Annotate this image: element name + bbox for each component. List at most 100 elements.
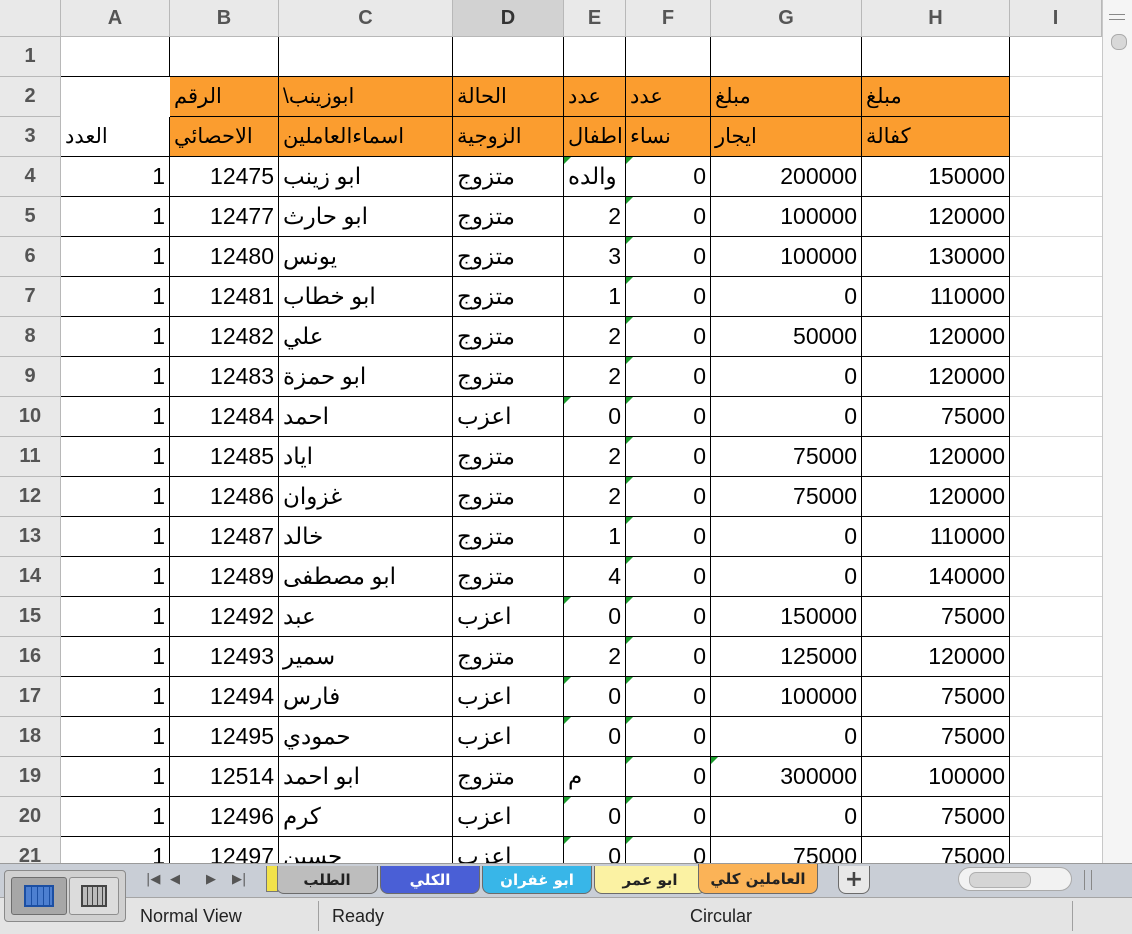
cell-i6[interactable] (1010, 237, 1102, 277)
cell-f9[interactable]: 0 (626, 357, 711, 397)
cell-g9[interactable]: 0 (711, 357, 862, 397)
cell-d3[interactable]: الزوجية (453, 117, 564, 157)
cell-b10[interactable]: 12484 (170, 397, 279, 437)
cell-i16[interactable] (1010, 637, 1102, 677)
cell-c9[interactable]: ابو حمزة (279, 357, 453, 397)
cell-c1[interactable] (279, 37, 453, 77)
cell-b5[interactable]: 12477 (170, 197, 279, 237)
row-header[interactable]: 11 (0, 437, 61, 477)
row-header[interactable]: 19 (0, 757, 61, 797)
cell-c21[interactable]: حسين (279, 837, 453, 863)
cell-d17[interactable]: اعزب (453, 677, 564, 717)
cell-a10[interactable]: 1 (61, 397, 170, 437)
cell-g10[interactable]: 0 (711, 397, 862, 437)
cell-e10[interactable]: 0 (564, 397, 626, 437)
cell-f4[interactable]: 0 (626, 157, 711, 197)
cell-i17[interactable] (1010, 677, 1102, 717)
cell-a21[interactable]: 1 (61, 837, 170, 863)
cell-b13[interactable]: 12487 (170, 517, 279, 557)
cell-d16[interactable]: متزوج (453, 637, 564, 677)
cell-g17[interactable]: 100000 (711, 677, 862, 717)
cell-i5[interactable] (1010, 197, 1102, 237)
cell-g2[interactable]: مبلغ (711, 77, 862, 117)
cell-f7[interactable]: 0 (626, 277, 711, 317)
cell-c16[interactable]: سمير (279, 637, 453, 677)
row-header[interactable]: 7 (0, 277, 61, 317)
row-header[interactable]: 5 (0, 197, 61, 237)
cell-c7[interactable]: ابو خطاب (279, 277, 453, 317)
cell-i14[interactable] (1010, 557, 1102, 597)
normal-view-button[interactable] (11, 877, 67, 915)
cell-e6[interactable]: 3 (564, 237, 626, 277)
column-header-e[interactable]: E (564, 0, 626, 37)
cell-b2[interactable]: الرقم (170, 77, 279, 117)
cell-h10[interactable]: 75000 (862, 397, 1010, 437)
sheet-nav-button[interactable]: ▶ (206, 872, 216, 887)
cell-d11[interactable]: متزوج (453, 437, 564, 477)
row-header[interactable]: 8 (0, 317, 61, 357)
cell-h5[interactable]: 120000 (862, 197, 1010, 237)
cell-i3[interactable] (1010, 117, 1102, 157)
cell-d2[interactable]: الحالة (453, 77, 564, 117)
cell-i10[interactable] (1010, 397, 1102, 437)
cell-h18[interactable]: 75000 (862, 717, 1010, 757)
cell-b4[interactable]: 12475 (170, 157, 279, 197)
sheet-tab[interactable]: العاملين كلي (698, 864, 818, 894)
cell-d12[interactable]: متزوج (453, 477, 564, 517)
cell-g18[interactable]: 0 (711, 717, 862, 757)
cell-e12[interactable]: 2 (564, 477, 626, 517)
cell-h11[interactable]: 120000 (862, 437, 1010, 477)
cell-g12[interactable]: 75000 (711, 477, 862, 517)
cell-f2[interactable]: عدد (626, 77, 711, 117)
select-all-corner[interactable] (0, 0, 61, 37)
column-header-f[interactable]: F (626, 0, 711, 37)
cell-d13[interactable]: متزوج (453, 517, 564, 557)
cell-b17[interactable]: 12494 (170, 677, 279, 717)
cell-c12[interactable]: غزوان (279, 477, 453, 517)
cell-a1[interactable] (61, 37, 170, 77)
cell-i12[interactable] (1010, 477, 1102, 517)
cell-a4[interactable]: 1 (61, 157, 170, 197)
cell-e21[interactable]: 0 (564, 837, 626, 863)
cell-b14[interactable]: 12489 (170, 557, 279, 597)
cell-i11[interactable] (1010, 437, 1102, 477)
cell-f14[interactable]: 0 (626, 557, 711, 597)
cell-a3[interactable]: العدد (61, 117, 170, 157)
cell-h9[interactable]: 120000 (862, 357, 1010, 397)
cell-b9[interactable]: 12483 (170, 357, 279, 397)
cell-h21[interactable]: 75000 (862, 837, 1010, 863)
cell-g20[interactable]: 0 (711, 797, 862, 837)
cell-a11[interactable]: 1 (61, 437, 170, 477)
cell-b20[interactable]: 12496 (170, 797, 279, 837)
sheet-tab[interactable]: ابو غفران (482, 866, 592, 894)
cell-f19[interactable]: 0 (626, 757, 711, 797)
cell-h12[interactable]: 120000 (862, 477, 1010, 517)
cell-c13[interactable]: خالد (279, 517, 453, 557)
column-header-c[interactable]: C (279, 0, 453, 37)
cell-i21[interactable] (1010, 837, 1102, 863)
cell-f15[interactable]: 0 (626, 597, 711, 637)
add-sheet-button[interactable]: + (838, 866, 870, 894)
cell-f13[interactable]: 0 (626, 517, 711, 557)
cell-e18[interactable]: 0 (564, 717, 626, 757)
scroll-split-handle[interactable] (1109, 14, 1125, 20)
row-header[interactable]: 20 (0, 797, 61, 837)
cell-g5[interactable]: 100000 (711, 197, 862, 237)
worksheet-grid[interactable]: A B C D E F G H I 1 2 الرقم ابوزينب\ الحالة عدد عدد مبلغ… (0, 0, 1102, 863)
cell-e19[interactable]: م (564, 757, 626, 797)
cell-d8[interactable]: متزوج (453, 317, 564, 357)
column-header-d[interactable]: D (453, 0, 564, 37)
cell-e16[interactable]: 2 (564, 637, 626, 677)
cell-i9[interactable] (1010, 357, 1102, 397)
cell-g3[interactable]: ايجار (711, 117, 862, 157)
row-header[interactable]: 13 (0, 517, 61, 557)
row-header[interactable]: 18 (0, 717, 61, 757)
row-header[interactable]: 2 (0, 77, 61, 117)
cell-f5[interactable]: 0 (626, 197, 711, 237)
cell-f21[interactable]: 0 (626, 837, 711, 863)
cell-i2[interactable] (1010, 77, 1102, 117)
tab-split-handle[interactable] (1084, 870, 1092, 890)
cell-h16[interactable]: 120000 (862, 637, 1010, 677)
cell-c18[interactable]: حمودي (279, 717, 453, 757)
row-header[interactable]: 14 (0, 557, 61, 597)
